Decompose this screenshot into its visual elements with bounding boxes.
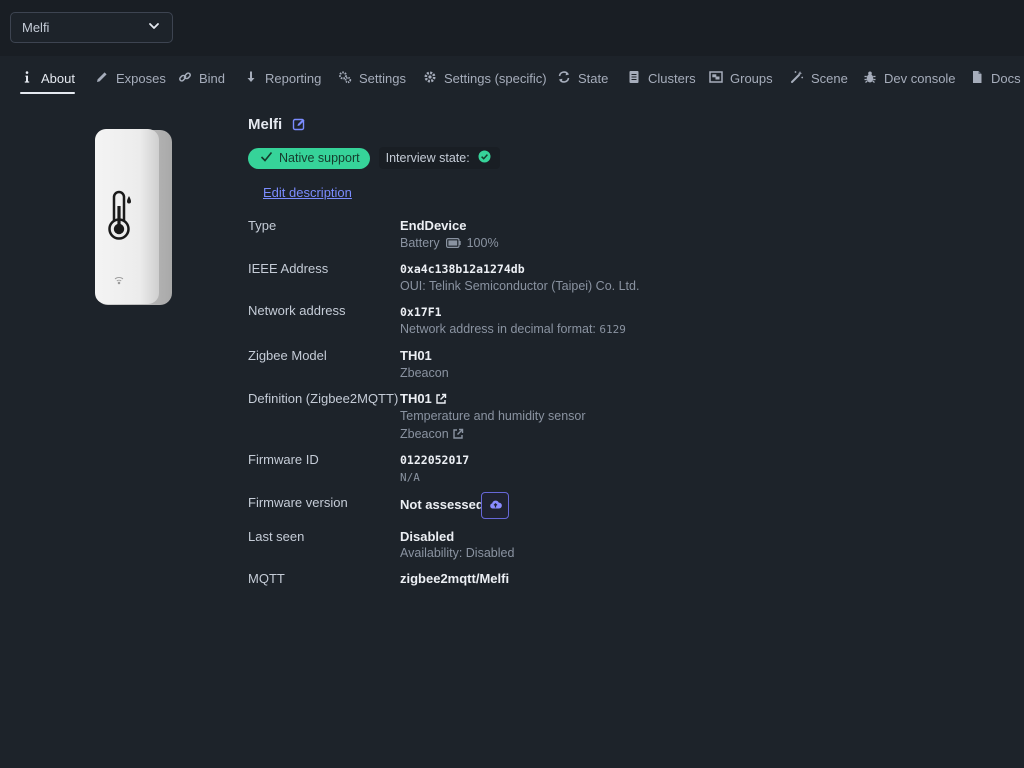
document-icon xyxy=(627,70,641,87)
chevron-down-icon xyxy=(148,20,160,35)
tab-docs[interactable]: Docs xyxy=(970,56,1021,100)
ieee-value: 0xa4c138b12a1274db xyxy=(400,262,525,276)
type-value: EndDevice xyxy=(400,218,467,233)
tab-label: Reporting xyxy=(265,70,322,86)
network-address-value: 0x17F1 xyxy=(400,305,442,319)
external-link-icon xyxy=(452,428,464,440)
device-title-row: Melfi xyxy=(248,114,306,134)
edit-description-link[interactable]: Edit description xyxy=(263,185,352,200)
tab-label: Clusters xyxy=(648,70,696,86)
support-badges: Native support Interview state: xyxy=(248,147,500,169)
tab-exposes[interactable]: Exposes xyxy=(95,56,166,100)
tab-label: Bind xyxy=(199,70,226,86)
bug-icon xyxy=(863,70,877,87)
gear-icon xyxy=(423,70,437,87)
cogs-icon xyxy=(338,70,352,87)
network-address-label: Network address xyxy=(248,303,346,318)
battery-info: Battery 100% xyxy=(400,236,499,250)
tab-clusters[interactable]: Clusters xyxy=(627,56,696,100)
top-bar: Melfi xyxy=(0,0,1024,56)
battery-label: Battery xyxy=(400,236,440,250)
magic-wand-icon xyxy=(790,70,804,87)
last-seen-label: Last seen xyxy=(248,529,305,544)
tab-groups[interactable]: Groups xyxy=(709,56,773,100)
tab-about[interactable]: About xyxy=(20,56,75,100)
tab-settings[interactable]: Settings xyxy=(338,56,406,100)
definition-model: TH01 xyxy=(400,391,432,406)
tab-label: Scene xyxy=(811,70,848,86)
device-select-value: Melfi xyxy=(22,20,50,35)
tab-label: Dev console xyxy=(884,70,956,86)
ieee-label: IEEE Address xyxy=(248,261,329,276)
tab-label: Exposes xyxy=(116,70,166,86)
device-tabs: About Exposes Bind Reporting Settings Se… xyxy=(0,56,1024,102)
file-icon xyxy=(970,70,984,87)
firmware-id-label: Firmware ID xyxy=(248,452,319,467)
zigbee-model-label: Zigbee Model xyxy=(248,348,327,363)
type-label: Type xyxy=(248,218,277,233)
tab-label: Docs xyxy=(991,70,1021,86)
ieee-oui: OUI: Telink Semiconductor (Taipei) Co. L… xyxy=(400,279,640,293)
edit-name-icon[interactable] xyxy=(292,117,306,131)
firmware-id-value: 0122052017 xyxy=(400,453,470,467)
tab-dev-console[interactable]: Dev console xyxy=(863,56,956,100)
zigbee-model-vendor: Zbeacon xyxy=(400,366,449,380)
definition-vendor[interactable]: Zbeacon xyxy=(400,427,464,441)
check-icon xyxy=(260,150,273,166)
tab-label: State xyxy=(578,70,609,86)
cloud-upload-icon xyxy=(489,498,502,514)
mqtt-label: MQTT xyxy=(248,571,285,586)
firmware-version-label: Firmware version xyxy=(248,495,348,510)
check-firmware-update-button[interactable] xyxy=(481,492,509,519)
tab-label: About xyxy=(41,70,75,86)
tab-label: Groups xyxy=(730,70,773,86)
zigbee-model-value: TH01 xyxy=(400,348,432,363)
interview-state-label: Interview state: xyxy=(385,151,470,165)
battery-percent: 100% xyxy=(466,236,499,250)
check-circle-icon xyxy=(478,150,491,166)
device-image xyxy=(94,128,172,306)
tab-bind[interactable]: Bind xyxy=(178,56,225,100)
sync-icon xyxy=(557,70,571,87)
definition-value[interactable]: TH01 xyxy=(400,391,447,406)
external-link-icon xyxy=(435,393,447,405)
firmware-version-value: Not assessed xyxy=(400,497,484,512)
interview-state-badge: Interview state: xyxy=(378,147,500,169)
battery-full-icon xyxy=(445,238,461,248)
definition-description: Temperature and humidity sensor xyxy=(400,409,586,423)
availability-status: Availability: Disabled xyxy=(400,546,515,560)
device-title: Melfi xyxy=(248,115,283,133)
info-icon xyxy=(20,70,34,87)
network-address-decimal: Network address in decimal format: 6129 xyxy=(400,322,626,336)
tab-state[interactable]: State xyxy=(557,56,608,100)
definition-label: Definition (Zigbee2MQTT) xyxy=(248,391,399,406)
link-icon xyxy=(178,70,192,87)
arrow-down-icon xyxy=(244,70,258,87)
network-decimal-value: 6129 xyxy=(599,323,626,336)
definition-vendor-name: Zbeacon xyxy=(400,427,449,441)
native-support-badge: Native support xyxy=(248,147,370,169)
network-decimal-label: Network address in decimal format: xyxy=(400,322,596,336)
tab-reporting[interactable]: Reporting xyxy=(244,56,321,100)
native-support-label: Native support xyxy=(279,151,360,165)
tab-scene[interactable]: Scene xyxy=(790,56,848,100)
firmware-id-sub: N/A xyxy=(400,471,420,484)
object-group-icon xyxy=(709,70,723,87)
last-seen-value: Disabled xyxy=(400,529,455,544)
tab-label: Settings xyxy=(359,70,406,86)
pencil-icon xyxy=(95,70,109,87)
device-select[interactable]: Melfi xyxy=(10,12,173,43)
tab-label: Settings (specific) xyxy=(444,70,547,86)
mqtt-topic: zigbee2mqtt/Melfi xyxy=(400,571,510,586)
tab-settings-specific[interactable]: Settings (specific) xyxy=(423,56,547,100)
